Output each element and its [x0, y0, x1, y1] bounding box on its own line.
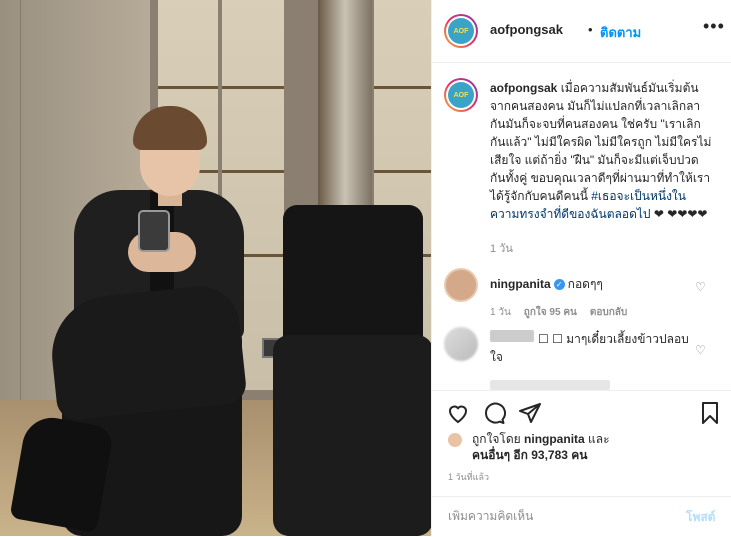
caption-time[interactable]: 1 วัน: [490, 239, 513, 257]
hair: [133, 106, 207, 150]
man-seated: [0, 0, 431, 536]
comment-item: ningpanita ✓ กอดๆๆ: [490, 275, 603, 294]
instagram-post: AOF aofpongsak • ติดตาม ••• AOF aofpongs…: [0, 0, 731, 536]
comment-text: กอดๆๆ: [567, 277, 603, 291]
separator-dot: •: [588, 22, 593, 37]
phone: [138, 210, 170, 252]
likes-count[interactable]: คนอื่นๆ อีก 93,783 คน: [472, 448, 588, 462]
more-horizontal-icon[interactable]: •••: [703, 16, 725, 37]
comment-meta: 1 วัน ถูกใจ 95 คน ตอบกลับ: [490, 305, 640, 320]
heart-icon[interactable]: [446, 401, 470, 425]
caption-username[interactable]: aofpongsak: [490, 81, 557, 95]
liked-user[interactable]: ningpanita: [524, 432, 585, 446]
comment-meta-2: [490, 380, 610, 390]
comment-like-heart-icon-2[interactable]: ♡: [695, 344, 707, 356]
post-header: AOF aofpongsak • ติดตาม •••: [432, 0, 731, 63]
comment-username[interactable]: ningpanita: [490, 277, 551, 291]
liked-prefix: ถูกใจโดย: [472, 432, 525, 446]
caption-text: เมื่อความสัมพันธ์มันเริ่มต้นจากคนสองคน ม…: [490, 81, 712, 203]
follow-button[interactable]: ติดตาม: [600, 22, 641, 43]
add-comment-bar: โพสต์: [432, 496, 731, 537]
post-comment-button[interactable]: โพสต์: [686, 508, 715, 527]
liked-by-avatar[interactable]: [448, 433, 462, 447]
post-time[interactable]: 1 วันที่แล้ว: [448, 470, 489, 484]
caption-hearts: ❤ ❤❤❤❤: [650, 207, 708, 221]
liked-and: และ: [584, 432, 610, 446]
comment-likes[interactable]: ถูกใจ 95 คน: [524, 307, 577, 318]
share-icon[interactable]: [518, 401, 542, 425]
reply-button[interactable]: ตอบกลับ: [590, 307, 627, 318]
post-actions: ถูกใจโดย ningpanita และ คนอื่นๆ อีก 93,7…: [432, 390, 731, 501]
comment-text-2: ⁣☐ ☐ มาๆเดี๋ยวเลี้ยงข้าวปลอบใจ: [490, 332, 689, 364]
comments-section[interactable]: AOF aofpongsak เมื่อความสัมพันธ์มันเริ่ม…: [432, 62, 731, 390]
boot: [9, 413, 115, 533]
post-photo[interactable]: [0, 0, 431, 536]
caption: aofpongsak เมื่อความสัมพันธ์มันเริ่มต้นจ…: [490, 79, 714, 223]
comment-icon[interactable]: [482, 401, 506, 425]
liked-by: ถูกใจโดย ningpanita และ คนอื่นๆ อีก 93,7…: [472, 431, 662, 463]
author-avatar[interactable]: AOF: [444, 14, 478, 48]
post-sidebar: AOF aofpongsak • ติดตาม ••• AOF aofpongs…: [431, 0, 731, 536]
comment-input[interactable]: [448, 509, 668, 523]
bookmark-icon[interactable]: [698, 401, 722, 425]
caption-avatar[interactable]: AOF: [444, 78, 478, 112]
comment-time[interactable]: 1 วัน: [490, 307, 511, 318]
author-username[interactable]: aofpongsak: [490, 22, 563, 37]
comment-avatar-ningpanita[interactable]: [444, 268, 478, 302]
comment-like-heart-icon[interactable]: ♡: [695, 281, 707, 293]
blurred-avatar: [444, 327, 478, 361]
verified-badge-icon: ✓: [553, 279, 565, 291]
